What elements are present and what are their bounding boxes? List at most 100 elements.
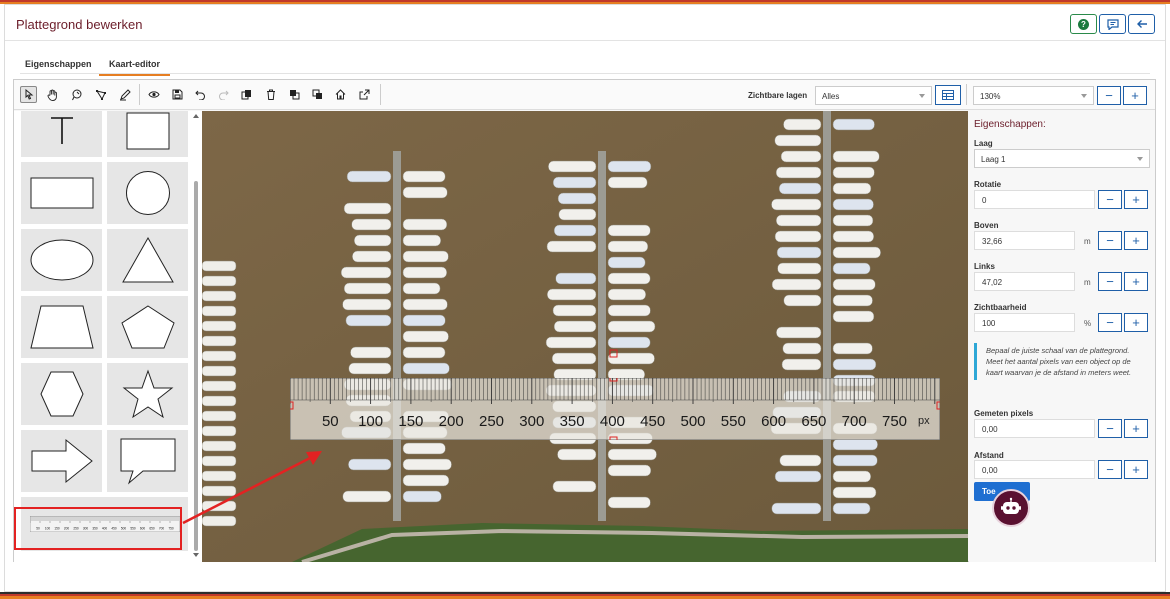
zoom-select[interactable]: 130%	[973, 86, 1094, 105]
ruler-label: 50	[322, 413, 339, 430]
top-increment-button[interactable]: +	[1124, 231, 1148, 250]
measured-decrement-button[interactable]: −	[1098, 419, 1122, 438]
boat	[832, 278, 876, 291]
home-button[interactable]	[332, 86, 349, 103]
boat	[775, 166, 822, 179]
header-divider	[5, 40, 1165, 41]
palette-square-shape[interactable]	[107, 111, 188, 157]
top-decrement-button[interactable]: −	[1098, 231, 1122, 250]
rotate-handle[interactable]	[609, 349, 619, 359]
visibility-increment-button[interactable]: +	[1124, 313, 1148, 332]
palette-text-shape[interactable]	[21, 111, 102, 157]
open-external-button[interactable]	[356, 86, 373, 103]
boat	[607, 336, 651, 349]
boat	[354, 234, 392, 247]
pen-tool-button[interactable]	[116, 86, 133, 103]
pan-tool-button[interactable]	[44, 86, 61, 103]
node-edit-tool-button[interactable]	[92, 86, 109, 103]
visible-layers-label: Zichtbare lagen	[748, 91, 808, 100]
palette-circle-shape[interactable]	[107, 162, 188, 224]
chatbot-button[interactable]	[992, 489, 1030, 527]
palette-ellipse-shape[interactable]	[21, 229, 102, 291]
measured-increment-button[interactable]: +	[1124, 419, 1148, 438]
boat	[348, 458, 392, 471]
send-to-back-button[interactable]	[309, 86, 326, 103]
boat	[552, 480, 597, 493]
measured-pixels-input[interactable]: 0,00	[974, 419, 1095, 438]
preview-button[interactable]	[145, 86, 162, 103]
palette-scroll-thumb[interactable]	[194, 181, 198, 551]
boat	[832, 166, 875, 179]
palette-pentagon-shape[interactable]	[107, 296, 188, 358]
plus-icon: +	[1132, 274, 1140, 289]
zoom-out-button[interactable]: −	[1097, 86, 1121, 105]
feedback-button[interactable]	[1099, 14, 1126, 34]
visibility-label: Zichtbaarheid	[974, 303, 1027, 312]
left-input[interactable]: 47,02	[974, 272, 1075, 291]
undo-icon	[195, 90, 205, 100]
layer-select[interactable]: Laag 1	[974, 149, 1150, 168]
boat	[346, 170, 392, 183]
duplicate-button[interactable]	[238, 86, 255, 103]
ruler-label: 200	[439, 413, 464, 430]
palette-hexagon-shape[interactable]	[21, 363, 102, 425]
undo-button[interactable]	[192, 86, 209, 103]
boat	[202, 290, 237, 302]
boat	[402, 250, 449, 263]
boat	[202, 305, 237, 317]
shape-palette: 50 100 150 200 250 300 350 400 450 500 550 600 650 70…	[14, 111, 202, 562]
select-tool-button[interactable]	[20, 86, 37, 103]
visible-layers-select[interactable]: Alles	[815, 86, 932, 105]
palette-speech-bubble-shape[interactable]	[107, 430, 188, 492]
boat	[771, 278, 822, 291]
pier	[598, 151, 606, 521]
palette-arrow-shape[interactable]	[21, 430, 102, 492]
boat	[402, 298, 448, 311]
minus-icon: −	[1106, 462, 1114, 477]
boat	[547, 288, 597, 301]
lasso-tool-button[interactable]	[68, 86, 85, 103]
top-input[interactable]: 32,66	[974, 231, 1075, 250]
boat	[352, 250, 392, 263]
distance-decrement-button[interactable]: −	[1098, 460, 1122, 479]
map-canvas[interactable]: 50 100 150 200 250 300 350 400 450 500 550 600 650 70…	[202, 111, 968, 562]
bottom-brand-stripe	[0, 592, 1170, 599]
ruler-label: 500	[680, 413, 705, 430]
zoom-in-button[interactable]: +	[1123, 86, 1147, 105]
boat	[832, 342, 873, 355]
visibility-decrement-button[interactable]: −	[1098, 313, 1122, 332]
ruler-label: 100	[358, 413, 383, 430]
lasso-icon	[71, 89, 81, 100]
boat	[402, 234, 441, 247]
back-button[interactable]	[1128, 14, 1155, 34]
plus-icon: +	[1131, 88, 1139, 103]
left-decrement-button[interactable]: −	[1098, 272, 1122, 291]
rotation-input[interactable]: 0	[974, 190, 1095, 209]
palette-trapezoid-shape[interactable]	[21, 296, 102, 358]
help-button[interactable]: ?	[1070, 14, 1097, 34]
bring-to-front-button[interactable]	[286, 86, 303, 103]
rotation-increment-button[interactable]: +	[1124, 190, 1148, 209]
redo-button[interactable]	[215, 86, 232, 103]
palette-scrollbar[interactable]	[192, 113, 200, 558]
visibility-input[interactable]: 100	[974, 313, 1075, 332]
distance-input[interactable]: 0,00	[974, 460, 1095, 479]
distance-increment-button[interactable]: +	[1124, 460, 1148, 479]
tab-eigenschappen[interactable]: Eigenschappen	[25, 59, 92, 69]
palette-triangle-shape[interactable]	[107, 229, 188, 291]
ruler-label: 600	[761, 413, 786, 430]
chevron-down-icon	[919, 94, 925, 98]
ruler-overlay[interactable]: 50 100 150 200 250 300 350 400 450 500 550 600 650 70…	[290, 378, 940, 440]
boat	[552, 304, 597, 317]
delete-button[interactable]	[262, 86, 279, 103]
boat	[771, 198, 822, 211]
boat	[774, 230, 822, 243]
left-increment-button[interactable]: +	[1124, 272, 1148, 291]
annotation-highlight-box	[14, 507, 182, 550]
rotation-decrement-button[interactable]: −	[1098, 190, 1122, 209]
layers-table-button[interactable]	[935, 85, 961, 105]
save-button[interactable]	[169, 86, 186, 103]
palette-rectangle-shape[interactable]	[21, 162, 102, 224]
palette-star-shape[interactable]	[107, 363, 188, 425]
boat	[832, 198, 874, 211]
